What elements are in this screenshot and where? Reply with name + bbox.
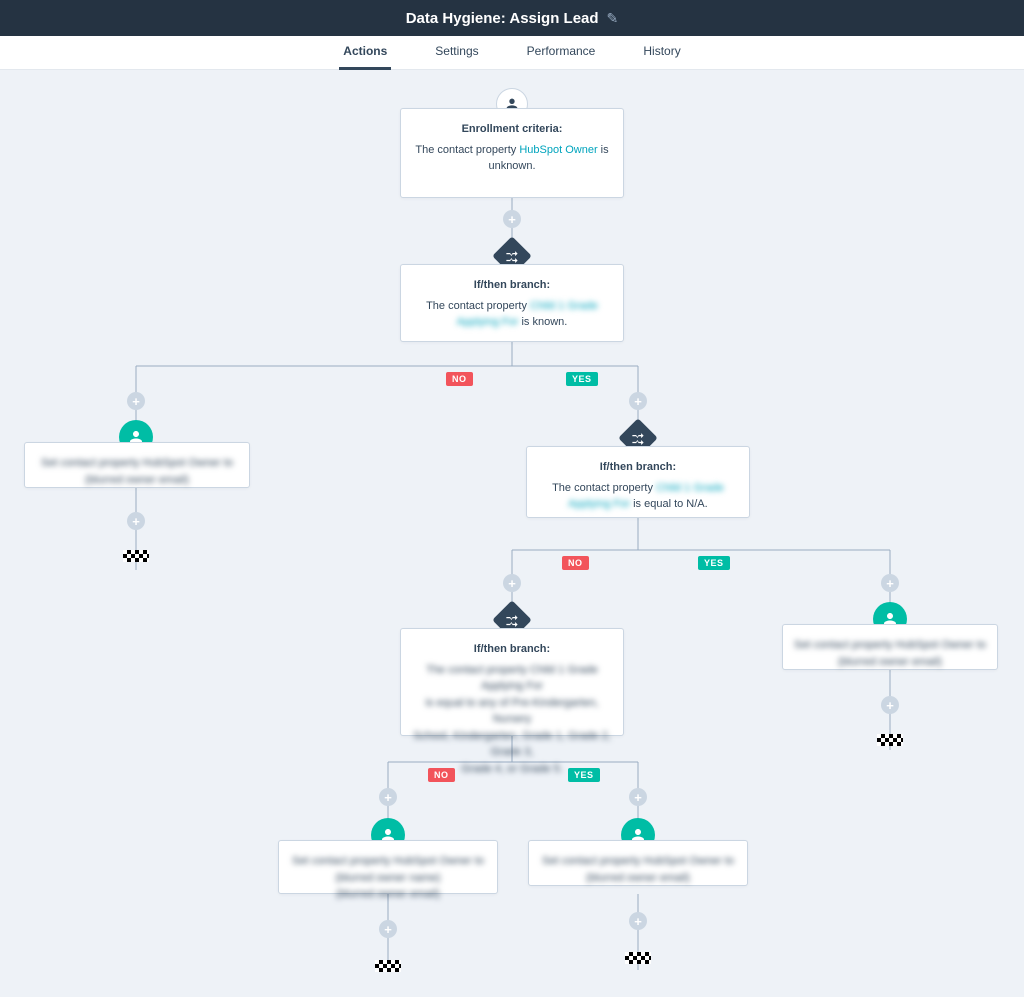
card-body: Set contact property HubSpot Owner to (b… <box>289 853 487 903</box>
branch1-card[interactable]: If/then branch: The contact property Chi… <box>400 264 624 342</box>
add-action-icon[interactable]: + <box>503 574 521 592</box>
branch3-card[interactable]: If/then branch: The contact property Chi… <box>400 628 624 736</box>
branch-no-badge: NO <box>446 372 473 386</box>
end-flag-icon <box>625 952 651 964</box>
enrollment-card[interactable]: Enrollment criteria: The contact propert… <box>400 108 624 198</box>
workflow-tabs: Actions Settings Performance History <box>0 36 1024 70</box>
card-title: If/then branch: <box>411 641 613 658</box>
workflow-title-bar: Data Hygiene: Assign Lead ✎ <box>0 0 1024 36</box>
add-action-icon[interactable]: + <box>629 788 647 806</box>
card-title: Enrollment criteria: <box>411 121 613 138</box>
branch-yes-badge: YES <box>566 372 598 386</box>
branch-yes-badge: YES <box>698 556 730 570</box>
card-body: The contact property Child 1 Grade Apply… <box>411 298 613 331</box>
action-a-card[interactable]: Set contact property HubSpot Owner to (b… <box>24 442 250 488</box>
add-action-icon[interactable]: + <box>379 788 397 806</box>
action-b-card[interactable]: Set contact property HubSpot Owner to (b… <box>782 624 998 670</box>
action-d-card[interactable]: Set contact property HubSpot Owner to (b… <box>528 840 748 886</box>
tab-history[interactable]: History <box>639 36 684 70</box>
add-action-icon[interactable]: + <box>503 210 521 228</box>
card-body: The contact property Child 1 Grade Apply… <box>537 480 739 513</box>
tab-actions[interactable]: Actions <box>339 36 391 70</box>
add-action-icon[interactable]: + <box>881 574 899 592</box>
card-body: Set contact property HubSpot Owner to (b… <box>793 637 987 670</box>
add-action-icon[interactable]: + <box>127 392 145 410</box>
card-body: Set contact property HubSpot Owner to (b… <box>539 853 737 886</box>
add-action-icon[interactable]: + <box>629 912 647 930</box>
pencil-icon[interactable]: ✎ <box>607 10 619 27</box>
card-title: If/then branch: <box>537 459 739 476</box>
workflow-title: Data Hygiene: Assign Lead <box>406 10 599 27</box>
action-c-card[interactable]: Set contact property HubSpot Owner to (b… <box>278 840 498 894</box>
end-flag-icon <box>123 550 149 562</box>
add-action-icon[interactable]: + <box>881 696 899 714</box>
tab-performance[interactable]: Performance <box>523 36 600 70</box>
workflow-canvas[interactable]: Enrollment criteria: The contact propert… <box>0 70 1024 997</box>
card-body: Set contact property HubSpot Owner to (b… <box>35 455 239 488</box>
branch2-card[interactable]: If/then branch: The contact property Chi… <box>526 446 750 518</box>
card-title: If/then branch: <box>411 277 613 294</box>
branch-no-badge: NO <box>428 768 455 782</box>
branch-yes-badge: YES <box>568 768 600 782</box>
tab-settings[interactable]: Settings <box>431 36 482 70</box>
card-body: The contact property Child 1 Grade Apply… <box>411 662 613 778</box>
add-action-icon[interactable]: + <box>379 920 397 938</box>
end-flag-icon <box>877 734 903 746</box>
add-action-icon[interactable]: + <box>127 512 145 530</box>
add-action-icon[interactable]: + <box>629 392 647 410</box>
card-body: The contact property HubSpot Owner is un… <box>411 142 613 175</box>
branch-no-badge: NO <box>562 556 589 570</box>
end-flag-icon <box>375 960 401 972</box>
